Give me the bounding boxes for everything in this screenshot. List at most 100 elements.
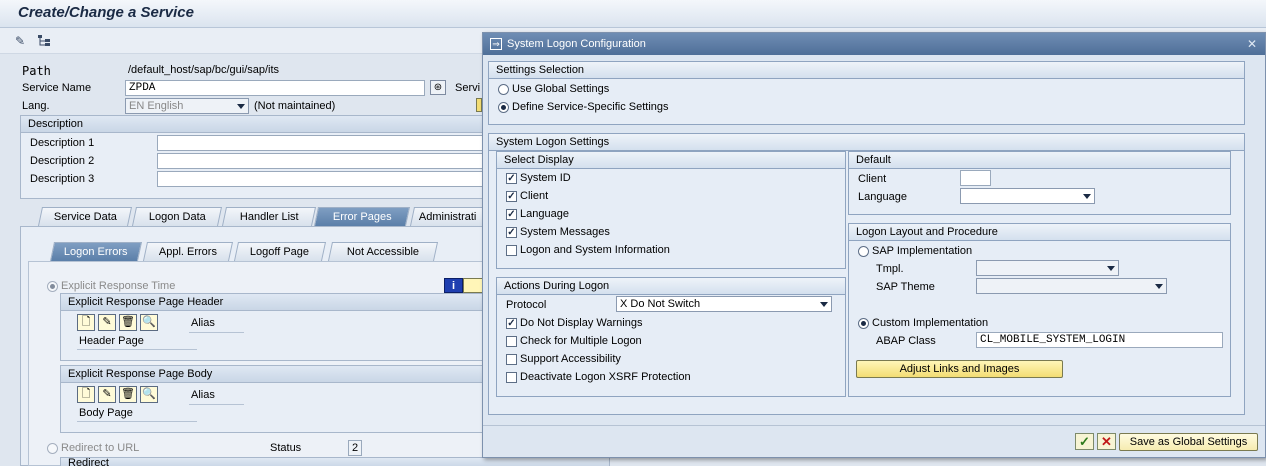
body-page-group-title: Explicit Response Page Body xyxy=(61,366,484,383)
description-1-label: Description 1 xyxy=(30,137,95,149)
tab-label: Logon Data xyxy=(148,211,206,223)
path-label: Path xyxy=(22,64,51,78)
service-specific-radio[interactable] xyxy=(498,102,509,113)
header-page-label: Header Page xyxy=(79,335,144,347)
custom-implementation-radio[interactable] xyxy=(858,318,869,329)
system-id-checkbox[interactable]: ✓ xyxy=(506,173,517,184)
select-display-group: Select Display ✓ System ID ✓ Client ✓ La… xyxy=(496,151,846,269)
delete-icon[interactable]: 🗑 xyxy=(119,386,137,403)
create-icon[interactable]: 🗋 xyxy=(77,314,95,331)
xsrf-checkbox[interactable] xyxy=(506,372,517,383)
service-name-field[interactable]: ZPDA xyxy=(125,80,425,96)
use-global-radio[interactable] xyxy=(498,84,509,95)
protocol-select[interactable]: X Do Not Switch xyxy=(616,296,832,312)
actions-during-logon-group: Actions During Logon Protocol X Do Not S… xyxy=(496,277,846,397)
dialog-title-bar[interactable]: ⇒ System Logon Configuration ✕ xyxy=(483,33,1265,55)
alias-label: Alias xyxy=(191,317,215,329)
settings-selection-header: Settings Selection xyxy=(489,62,1244,79)
tab-logoff-page[interactable]: Logoff Page xyxy=(233,242,327,261)
multiple-logon-label: Check for Multiple Logon xyxy=(520,335,642,347)
chevron-down-icon xyxy=(237,104,245,109)
alias-label: Alias xyxy=(191,389,215,401)
status-field[interactable]: 2 xyxy=(348,440,362,456)
chevron-down-icon xyxy=(820,302,828,307)
abap-class-field[interactable]: CL_MOBILE_SYSTEM_LOGIN xyxy=(976,332,1223,348)
abap-class-label: ABAP Class xyxy=(876,335,936,347)
description-1-field[interactable] xyxy=(157,135,491,151)
sap-theme-select[interactable] xyxy=(976,278,1167,294)
system-messages-label: System Messages xyxy=(520,226,610,238)
path-value: /default_host/sap/bc/gui/sap/its xyxy=(128,64,280,76)
display-icon[interactable]: 🔍 xyxy=(140,386,158,403)
save-global-button[interactable]: Save as Global Settings xyxy=(1119,433,1258,451)
tab-handler-list[interactable]: Handler List xyxy=(221,207,317,226)
delete-icon[interactable]: 🗑 xyxy=(119,314,137,331)
default-client-field[interactable] xyxy=(960,170,991,186)
tab-label: Logon Errors xyxy=(64,246,128,258)
accessibility-label: Support Accessibility xyxy=(520,353,621,365)
redirect-group: Redirect xyxy=(60,457,610,466)
default-client-label: Client xyxy=(858,173,887,185)
edit-icon[interactable]: ✎ xyxy=(98,386,116,403)
adjust-links-button[interactable]: Adjust Links and Images xyxy=(856,360,1063,378)
hierarchy-icon[interactable] xyxy=(36,34,52,48)
logon-system-info-checkbox[interactable] xyxy=(506,245,517,256)
system-logon-dialog: ⇒ System Logon Configuration ✕ Settings … xyxy=(482,32,1266,458)
protocol-label: Protocol xyxy=(506,299,547,311)
info-button-ext[interactable] xyxy=(463,278,483,293)
header-page-group: Explicit Response Page Header 🗋 ✎ 🗑 🔍 Al… xyxy=(60,293,485,361)
tab-label: Service Data xyxy=(53,211,117,223)
tab-not-accessible[interactable]: Not Accessible xyxy=(327,242,439,261)
language-select[interactable]: EN English xyxy=(125,98,249,114)
description-header: Description xyxy=(21,116,489,133)
tab-label: Not Accessible xyxy=(346,246,419,258)
logon-system-info-label: Logon and System Information xyxy=(520,244,670,256)
divider xyxy=(189,332,244,333)
service-specific-label: Define Service-Specific Settings xyxy=(512,101,669,113)
edit-icon[interactable]: ✎ xyxy=(98,314,116,331)
description-3-field[interactable] xyxy=(157,171,491,187)
tab-error-pages[interactable]: Error Pages xyxy=(313,207,411,226)
tab-appl-errors[interactable]: Appl. Errors xyxy=(142,242,234,261)
chevron-down-icon xyxy=(1083,194,1091,199)
default-language-select[interactable] xyxy=(960,188,1095,204)
tab-service-data[interactable]: Service Data xyxy=(37,207,133,226)
info-icon[interactable]: i xyxy=(444,278,463,293)
sap-implementation-label: SAP Implementation xyxy=(872,245,973,257)
display-icon[interactable]: 🔍 xyxy=(140,314,158,331)
no-warnings-checkbox[interactable]: ✓ xyxy=(506,318,517,329)
logon-layout-header: Logon Layout and Procedure xyxy=(849,224,1230,241)
sap-implementation-radio[interactable] xyxy=(858,246,869,257)
custom-implementation-label: Custom Implementation xyxy=(872,317,989,329)
multiple-logon-checkbox[interactable] xyxy=(506,336,517,347)
explicit-response-radio[interactable] xyxy=(47,281,58,292)
tmpl-select[interactable] xyxy=(976,260,1119,276)
use-global-label: Use Global Settings xyxy=(512,83,610,95)
description-3-label: Description 3 xyxy=(30,173,95,185)
tab-administration[interactable]: Administrati xyxy=(409,207,489,226)
header-page-group-title: Explicit Response Page Header xyxy=(61,294,484,311)
create-icon[interactable]: 🗋 xyxy=(77,386,95,403)
redirect-radio[interactable] xyxy=(47,443,58,454)
status-label: Status xyxy=(270,442,302,454)
tab-logon-errors[interactable]: Logon Errors xyxy=(49,242,143,261)
logon-layout-group: Logon Layout and Procedure SAP Implement… xyxy=(848,223,1231,397)
language-note: (Not maintained) xyxy=(254,100,336,112)
default-header: Default xyxy=(849,152,1230,169)
edit-icon[interactable]: ✎ xyxy=(12,34,28,48)
dialog-footer-divider xyxy=(483,425,1265,426)
system-messages-checkbox[interactable]: ✓ xyxy=(506,227,517,238)
divider xyxy=(77,349,197,350)
system-logon-settings-header: System Logon Settings xyxy=(489,134,1244,151)
where-used-icon[interactable]: ⊛ xyxy=(430,80,446,95)
description-2-field[interactable] xyxy=(157,153,491,169)
description-2-label: Description 2 xyxy=(30,155,95,167)
client-checkbox[interactable]: ✓ xyxy=(506,191,517,202)
checkmark-icon[interactable]: ✓ xyxy=(1075,433,1094,450)
close-icon[interactable]: ✕ xyxy=(1245,37,1259,51)
tmpl-label: Tmpl. xyxy=(876,263,904,275)
accessibility-checkbox[interactable] xyxy=(506,354,517,365)
language-checkbox[interactable]: ✓ xyxy=(506,209,517,220)
tab-logon-data[interactable]: Logon Data xyxy=(131,207,223,226)
cancel-icon[interactable]: ✕ xyxy=(1097,433,1116,450)
